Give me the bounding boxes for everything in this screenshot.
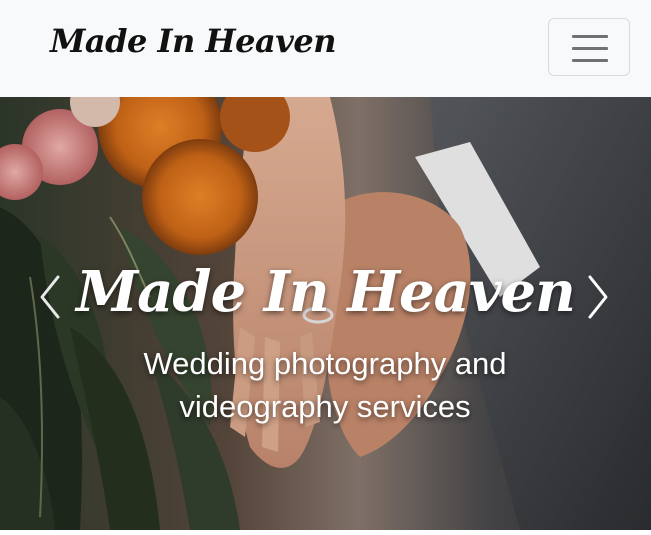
navbar-toggler-button[interactable] — [548, 18, 630, 76]
carousel-caption-subtitle: Wedding photography and videography serv… — [110, 342, 540, 428]
navbar: Made In Heaven — [0, 0, 651, 97]
hamburger-menu-icon — [572, 33, 608, 63]
brand-logo[interactable]: Made In Heaven — [50, 22, 336, 60]
hero-carousel: Made In Heaven Wedding photography and v… — [0, 97, 651, 530]
page-bottom-strip — [0, 530, 651, 535]
subtitle-line-1: Wedding photography and — [143, 346, 507, 381]
subtitle-line-2: videography services — [179, 389, 471, 424]
carousel-caption-title: Made In Heaven — [76, 259, 576, 325]
